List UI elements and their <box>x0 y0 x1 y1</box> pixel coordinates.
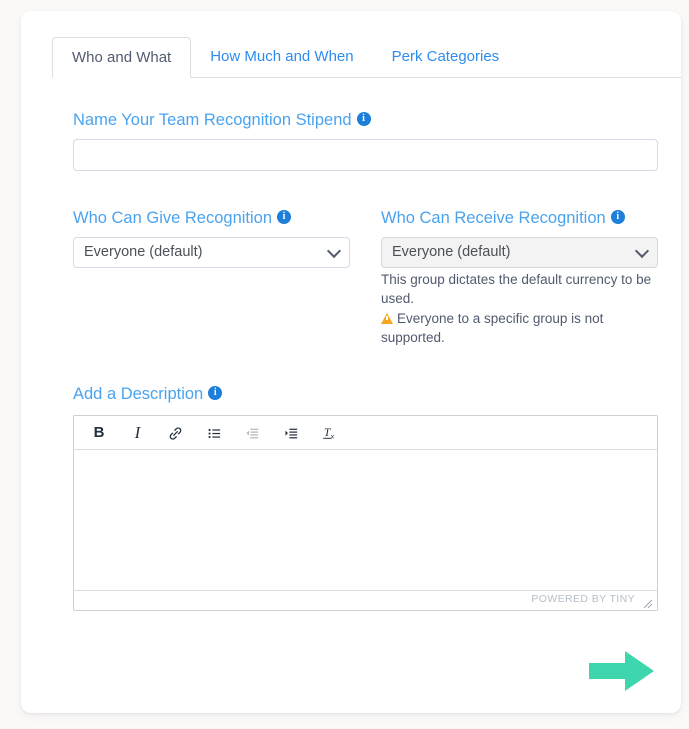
description-editor-body[interactable] <box>74 451 657 592</box>
stipend-name-input[interactable] <box>73 139 658 171</box>
who-can-give-label: Who Can Give Recognition <box>73 209 292 228</box>
name-field-label-text: Name Your Team Recognition Stipend <box>73 111 352 129</box>
rich-text-editor: B I T x POWERED BY TINY <box>73 415 658 611</box>
who-can-receive-helper-text: This group dictates the default currency… <box>381 272 652 306</box>
tab-how-much-and-when[interactable]: How Much and When <box>191 37 372 77</box>
svg-text:T: T <box>324 427 331 439</box>
svg-text:x: x <box>330 433 334 440</box>
chevron-down-icon <box>326 243 342 259</box>
powered-by-label: POWERED BY TINY <box>531 593 635 605</box>
warning-triangle-icon <box>381 313 393 324</box>
info-icon[interactable] <box>208 386 223 400</box>
settings-card: Who and What How Much and When Perk Cate… <box>21 11 681 713</box>
tab-who-and-what[interactable]: Who and What <box>52 37 192 78</box>
bold-icon[interactable]: B <box>86 416 112 450</box>
editor-toolbar: B I T x <box>74 416 657 450</box>
resize-handle-icon[interactable] <box>643 596 653 609</box>
who-can-receive-label: Who Can Receive Recognition <box>381 209 625 228</box>
info-icon[interactable] <box>277 210 292 224</box>
who-can-receive-select[interactable]: Everyone (default) <box>381 237 658 268</box>
link-icon[interactable] <box>163 416 189 450</box>
tab-bar: Who and What How Much and When Perk Cate… <box>52 37 681 78</box>
tab-label: Who and What <box>72 49 172 66</box>
description-label-text: Add a Description <box>73 385 204 403</box>
who-can-receive-label-text: Who Can Receive Recognition <box>381 209 606 227</box>
tab-label: How Much and When <box>210 48 354 65</box>
info-icon[interactable] <box>610 210 625 224</box>
tab-label: Perk Categories <box>391 48 500 65</box>
who-can-receive-selected-value: Everyone (default) <box>392 244 511 260</box>
chevron-down-icon <box>634 243 650 259</box>
editor-status-bar: POWERED BY TINY <box>74 590 657 610</box>
tab-perk-categories[interactable]: Perk Categories <box>373 37 519 77</box>
who-can-receive-warning: Everyone to a specific group is not supp… <box>381 309 653 347</box>
who-can-give-select[interactable]: Everyone (default) <box>73 237 350 268</box>
outdent-icon[interactable] <box>240 416 266 450</box>
who-can-receive-warning-text: Everyone to a specific group is not supp… <box>381 311 604 345</box>
clear-formatting-icon[interactable]: T x <box>317 416 343 450</box>
description-label: Add a Description <box>73 385 223 404</box>
name-field-label: Name Your Team Recognition Stipend <box>73 111 371 130</box>
next-step-arrow-button[interactable] <box>589 649 655 693</box>
who-can-give-selected-value: Everyone (default) <box>84 244 203 260</box>
italic-icon[interactable]: I <box>124 416 150 450</box>
info-icon[interactable] <box>356 112 371 126</box>
arrow-right-icon <box>589 651 654 691</box>
who-can-give-label-text: Who Can Give Recognition <box>73 209 273 227</box>
indent-icon[interactable] <box>278 416 304 450</box>
bullet-list-icon[interactable] <box>201 416 227 450</box>
